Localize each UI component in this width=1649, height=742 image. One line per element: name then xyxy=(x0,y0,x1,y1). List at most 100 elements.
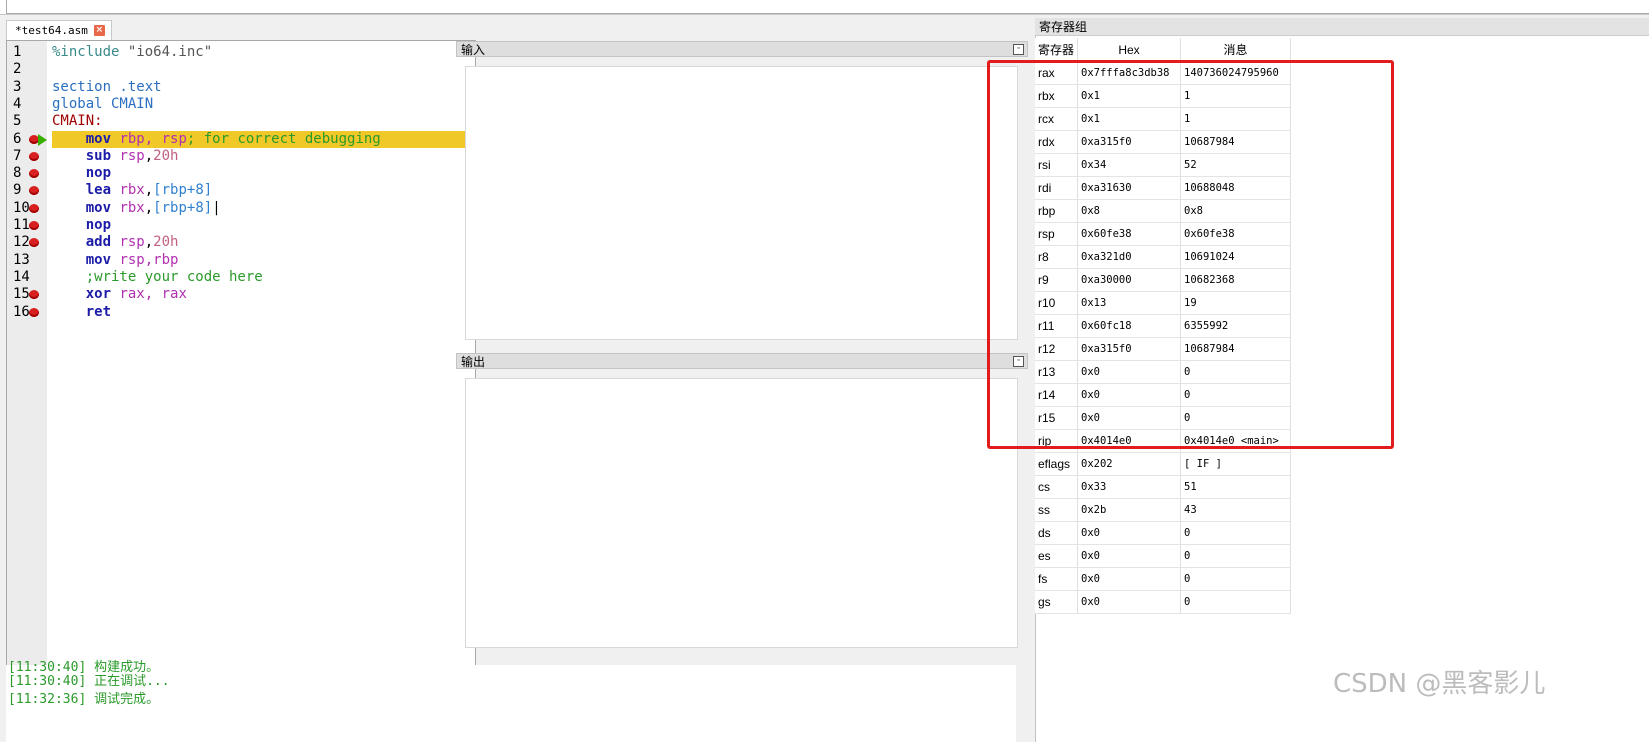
register-name: rbx xyxy=(1035,84,1078,108)
close-icon[interactable]: × xyxy=(93,25,105,36)
code-token: nop xyxy=(85,217,112,233)
breakpoint-icon[interactable] xyxy=(29,290,39,300)
register-hex: 0x0 xyxy=(1077,406,1181,430)
register-row-r8[interactable]: r8 0xa321d0 10691024 xyxy=(1035,245,1291,269)
output-textarea[interactable] xyxy=(465,378,1018,648)
code-line[interactable]: 11 nop xyxy=(7,217,475,235)
code-line[interactable]: 3 section .text xyxy=(7,79,475,97)
line-number: 1 xyxy=(13,44,22,60)
breakpoint-icon[interactable] xyxy=(29,186,39,196)
register-row-rax[interactable]: rax 0x7fffa8c3db38 140736024795960 xyxy=(1035,61,1291,85)
register-row-fs[interactable]: fs 0x0 0 xyxy=(1035,567,1291,591)
register-row-cs[interactable]: cs 0x33 51 xyxy=(1035,475,1291,499)
code-editor[interactable]: 1 %include "io64.inc" 2 3 section .text 4 glob… xyxy=(6,40,476,692)
code-text: nop xyxy=(52,217,111,235)
code-line[interactable]: 10 mov rbx,[rbp+8]| xyxy=(7,200,475,218)
register-hex: 0x202 xyxy=(1077,452,1181,476)
code-token: xor xyxy=(85,286,120,303)
line-number: 5 xyxy=(13,113,22,130)
register-hex: 0x4014e0 xyxy=(1077,429,1181,453)
register-name: r11 xyxy=(1035,314,1078,338)
register-row-rbp[interactable]: rbp 0x8 0x8 xyxy=(1035,199,1291,223)
register-row-ds[interactable]: ds 0x0 0 xyxy=(1035,521,1291,545)
code-token: [rbp+8] xyxy=(153,199,213,216)
code-text: mov rbx,[rbp+8]| xyxy=(52,200,221,218)
register-hex: 0xa31630 xyxy=(1077,176,1181,200)
register-row-r14[interactable]: r14 0x0 0 xyxy=(1035,383,1291,407)
register-hex: 0x0 xyxy=(1077,383,1181,407)
code-token: global CMAIN xyxy=(52,95,154,112)
register-row-r11[interactable]: r11 0x60fc18 6355992 xyxy=(1035,314,1291,338)
register-row-rip[interactable]: rip 0x4014e0 0x4014e0 <main> xyxy=(1035,429,1291,453)
register-name: gs xyxy=(1035,590,1078,614)
registers-table: 寄存器 Hex 消息 rax 0x7fffa8c3db38 140736024795… xyxy=(1035,38,1291,614)
register-value: 10691024 xyxy=(1180,245,1291,269)
code-line[interactable]: 5 CMAIN: xyxy=(7,113,475,131)
breakpoint-icon[interactable] xyxy=(29,151,39,161)
register-hex: 0x0 xyxy=(1077,360,1181,384)
tab-label: *test64.asm xyxy=(15,24,88,37)
code-token: 20h xyxy=(153,234,179,251)
code-line[interactable]: 9 lea rbx,[rbp+8] xyxy=(7,182,475,200)
register-row-r12[interactable]: r12 0xa315f0 10687984 xyxy=(1035,337,1291,361)
log-line: [11:32:36] 调试完成。 xyxy=(8,692,160,707)
code-line[interactable]: 8 nop xyxy=(7,165,475,183)
breakpoint-icon[interactable] xyxy=(29,238,39,248)
code-line[interactable]: 7 sub rsp,20h xyxy=(7,148,475,166)
register-row-rdi[interactable]: rdi 0xa31630 10688048 xyxy=(1035,176,1291,200)
code-token: section .text xyxy=(52,78,162,95)
register-row-r13[interactable]: r13 0x0 0 xyxy=(1035,360,1291,384)
code-line[interactable]: 16 ret xyxy=(7,304,475,322)
register-row-ss[interactable]: ss 0x2b 43 xyxy=(1035,498,1291,522)
register-row-r15[interactable]: r15 0x0 0 xyxy=(1035,406,1291,430)
register-row-rbx[interactable]: rbx 0x1 1 xyxy=(1035,84,1291,108)
toolbar-field[interactable] xyxy=(6,0,1649,14)
code-line[interactable]: 13 mov rsp,rbp xyxy=(7,252,475,270)
breakpoint-icon[interactable] xyxy=(29,307,39,317)
register-row-eflags[interactable]: eflags 0x202[ IF ] xyxy=(1035,452,1291,476)
code-line[interactable]: 4 global CMAIN xyxy=(7,96,475,114)
register-hex: 0x7fffa8c3db38 xyxy=(1077,61,1181,85)
register-row-rsp[interactable]: rsp 0x60fe38 0x60fe38 xyxy=(1035,222,1291,246)
input-textarea[interactable] xyxy=(465,66,1018,340)
code-line[interactable]: 15 xor rax, rax xyxy=(7,286,475,304)
register-hex: 0xa321d0 xyxy=(1077,245,1181,269)
register-row-gs[interactable]: gs 0x0 0 xyxy=(1035,590,1291,614)
breakpoint-icon[interactable] xyxy=(29,203,39,213)
code-line[interactable]: 6 mov rbp, rsp; for correct debugging xyxy=(7,130,475,148)
code-text: lea rbx,[rbp+8] xyxy=(52,182,212,200)
col-header-message[interactable]: 消息 xyxy=(1180,38,1291,62)
code-text: global CMAIN xyxy=(52,96,153,114)
register-hex: 0x2b xyxy=(1077,498,1181,522)
restore-icon[interactable]: ▫ xyxy=(1013,356,1024,367)
restore-icon[interactable]: ▫ xyxy=(1013,44,1024,55)
code-token: rbx xyxy=(119,199,145,216)
build-log[interactable]: [11:30:40] 构建成功。 [11:30:40] 正在调试... [11:… xyxy=(6,660,1016,742)
breakpoint-icon[interactable] xyxy=(29,169,39,179)
register-row-rcx[interactable]: rcx 0x1 1 xyxy=(1035,107,1291,131)
register-row-es[interactable]: es 0x0 0 xyxy=(1035,544,1291,568)
code-line[interactable]: 1 %include "io64.inc" xyxy=(7,44,475,62)
register-hex: 0xa315f0 xyxy=(1077,337,1181,361)
code-token: add xyxy=(85,234,120,251)
code-line[interactable]: 14 ;write your code here xyxy=(7,269,475,287)
breakpoint-icon[interactable] xyxy=(29,221,39,230)
register-row-rsi[interactable]: rsi 0x34 52 xyxy=(1035,153,1291,177)
register-value: 10688048 xyxy=(1180,176,1291,200)
output-pane-title: 输出 xyxy=(461,355,486,369)
register-name: r10 xyxy=(1035,291,1078,315)
code-line[interactable]: 12 add rsp,20h xyxy=(7,234,475,252)
tab-test64-asm[interactable]: *test64.asm × xyxy=(6,20,112,40)
register-row-r9[interactable]: r9 0xa30000 10682368 xyxy=(1035,268,1291,292)
col-header-register[interactable]: 寄存器 xyxy=(1035,38,1078,62)
register-row-rdx[interactable]: rdx 0xa315f0 10687984 xyxy=(1035,130,1291,154)
code-text: nop xyxy=(52,165,111,183)
code-line[interactable]: 2 xyxy=(7,61,475,79)
register-name: fs xyxy=(1035,567,1078,591)
register-row-r10[interactable]: r10 0x13 19 xyxy=(1035,291,1291,315)
col-header-hex[interactable]: Hex xyxy=(1077,38,1181,62)
